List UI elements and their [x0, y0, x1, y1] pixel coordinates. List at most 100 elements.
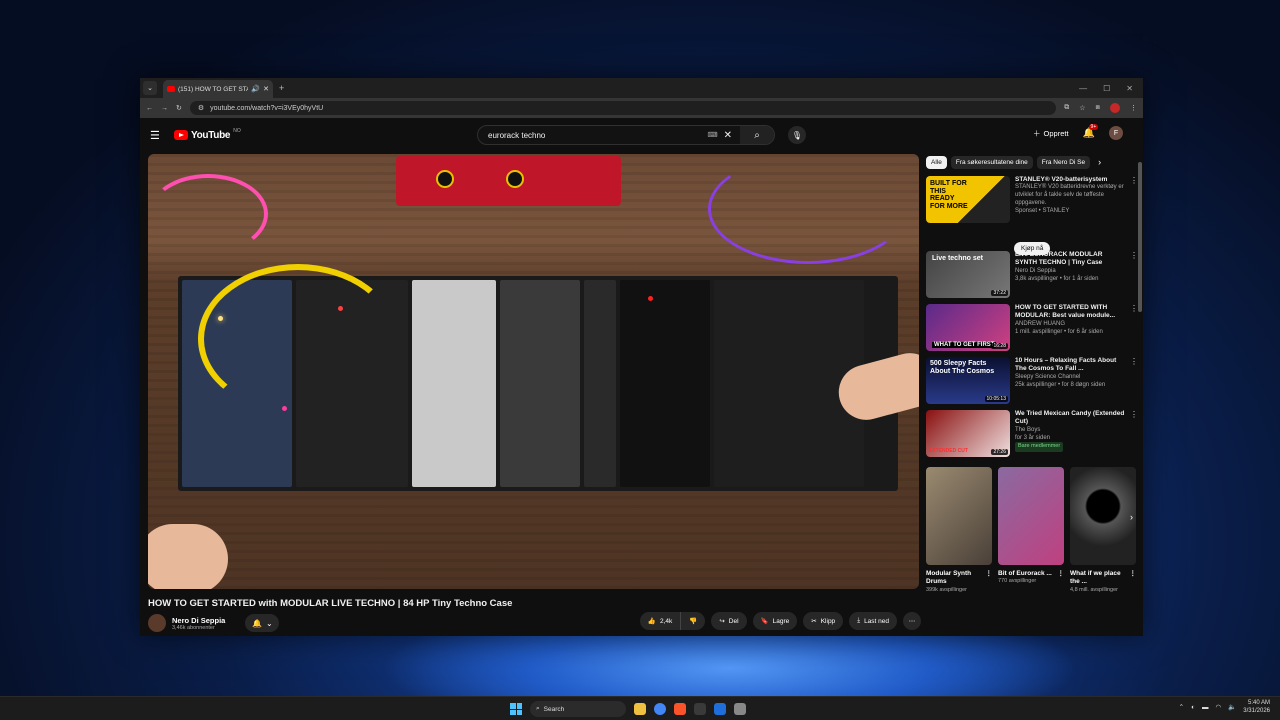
wifi-icon[interactable]: ◠	[1216, 703, 1222, 711]
more-icon[interactable]: ⋮	[1058, 570, 1065, 578]
app-icon[interactable]	[714, 703, 726, 715]
more-icon[interactable]: ⋮	[1130, 357, 1138, 404]
chevron-up-icon[interactable]: ⌃	[1179, 703, 1184, 711]
download-button[interactable]: ⤓ Last ned	[849, 612, 897, 630]
plus-icon: ＋	[1033, 128, 1041, 138]
app-icon[interactable]	[694, 703, 706, 715]
list-item[interactable]: EXTENDED CUT 27:26 We Tried Mexican Cand…	[926, 410, 1138, 457]
search-button[interactable]: ⌕	[740, 126, 774, 144]
system-clock[interactable]: 5:40 AM 3/31/2026	[1243, 699, 1270, 716]
subscriber-count: 3,46k abonnenter	[172, 624, 215, 631]
forward-icon[interactable]: →	[161, 105, 168, 112]
speaker-icon[interactable]: 🔊	[251, 85, 260, 93]
dislike-button[interactable]: 👎	[681, 612, 706, 630]
file-explorer-icon[interactable]	[634, 703, 646, 715]
channel-avatar[interactable]	[148, 614, 166, 632]
chip-all[interactable]: Alle	[926, 155, 947, 169]
install-app-icon[interactable]: ⧉	[1064, 104, 1069, 112]
video-pink-cable	[148, 174, 268, 254]
keyboard-icon[interactable]: ⌨	[708, 131, 718, 139]
share-button[interactable]: ↪ Del	[711, 612, 747, 630]
short-thumbnail[interactable]: ›	[1070, 467, 1136, 565]
profile-avatar-icon[interactable]	[1110, 103, 1120, 113]
hamburger-menu-icon[interactable]: ☰	[150, 129, 168, 142]
save-label: Lagre	[772, 617, 790, 625]
ad-item[interactable]: BUILT FOR THIS READY FOR MORE STANLEY® V…	[926, 176, 1138, 255]
tab-title: (151) HOW TO GET STARTE	[178, 85, 249, 93]
subscribed-bell-button[interactable]: 🔔 ⌄	[245, 614, 280, 632]
extensions-icon[interactable]: ⧈	[1096, 104, 1100, 112]
account-avatar[interactable]: F	[1109, 126, 1123, 140]
more-icon[interactable]: ⋮	[986, 570, 993, 587]
volume-icon[interactable]: 🔈	[1228, 703, 1236, 711]
create-button[interactable]: ＋ Opprett	[1033, 128, 1069, 139]
chevron-right-icon[interactable]: ›	[1130, 512, 1133, 522]
more-icon[interactable]: ⋮	[1130, 251, 1138, 298]
page-scrollbar[interactable]	[1138, 162, 1142, 312]
new-tab-button[interactable]: +	[279, 83, 284, 93]
settings-gear-icon[interactable]	[734, 703, 746, 715]
tray-app-icon[interactable]: ◐	[1191, 704, 1195, 711]
video-thumbnail[interactable]: Live techno set 37:22	[926, 251, 1010, 298]
recommendations-sidebar: Alle Fra søkeresultatene dine Fra Nero D…	[926, 154, 1138, 636]
more-icon[interactable]: ⋮	[1130, 570, 1137, 587]
tab-search-button[interactable]: ⌄	[143, 81, 157, 95]
shorts-shelf: Modular Synth Drums ⋮ 399k avspillinger B…	[926, 467, 1138, 594]
more-actions-button[interactable]: ⋯	[903, 612, 921, 630]
chip-from-searches[interactable]: Fra søkeresultatene dine	[950, 155, 1033, 169]
close-window-icon[interactable]: ✕	[1126, 84, 1133, 93]
more-icon[interactable]: ⋮	[1130, 410, 1138, 457]
thumbnail-text: Live techno set	[932, 255, 983, 262]
address-bar: ← → ↻ ⚙ youtube.com/watch?v=i3VEy0hyVtU …	[140, 98, 1143, 118]
back-icon[interactable]: ←	[146, 105, 153, 112]
chip-from-channel[interactable]: Fra Nero Di Se	[1036, 155, 1091, 169]
youtube-logo[interactable]: YouTube NO	[174, 128, 241, 141]
browser-menu-icon[interactable]: ⋮	[1130, 104, 1137, 112]
clip-button[interactable]: ✂ Klipp	[803, 612, 844, 630]
site-info-icon[interactable]: ⚙	[198, 104, 204, 112]
omnibox[interactable]: ⚙ youtube.com/watch?v=i3VEy0hyVtU	[189, 101, 1057, 115]
bookmark-star-icon[interactable]: ☆	[1079, 104, 1085, 112]
search-box[interactable]: eurorack techno ⌨ ✕ ⌕	[477, 125, 775, 145]
short-title: Modular Synth Drums	[926, 570, 972, 586]
close-tab-icon[interactable]: ✕	[263, 85, 269, 93]
language-flag-icon[interactable]: ▬	[1202, 704, 1209, 711]
like-button[interactable]: 👍 2,4k	[639, 612, 682, 630]
video-led	[648, 296, 653, 301]
windows-start-icon[interactable]	[510, 703, 522, 715]
chrome-icon[interactable]	[654, 703, 666, 715]
more-icon: ⋯	[908, 618, 916, 625]
list-item[interactable]: Live techno set 37:22 Live EURORACK MODU…	[926, 251, 1138, 298]
maximize-icon[interactable]: ☐	[1103, 84, 1110, 93]
video-thumbnail[interactable]: EXTENDED CUT 27:26	[926, 410, 1010, 457]
video-thumbnail[interactable]: WHAT TO GET FIRST 16:28	[926, 304, 1010, 351]
voice-search-icon[interactable]: 🎙	[788, 126, 806, 144]
more-icon[interactable]: ⋮	[1130, 176, 1138, 223]
short-item[interactable]: Bit of Eurorack ... ⋮ 770 avspillinger	[998, 467, 1064, 594]
short-thumbnail[interactable]	[926, 467, 992, 565]
notification-count: 9+	[1088, 123, 1099, 130]
taskbar-search[interactable]: ⌕ Search	[530, 701, 626, 717]
notifications-bell-icon[interactable]: 🔔 9+	[1083, 123, 1099, 139]
url-text: youtube.com/watch?v=i3VEy0hyVtU	[210, 104, 324, 112]
save-button[interactable]: 🔖 Lagre	[752, 612, 798, 630]
search-input[interactable]: eurorack techno	[488, 131, 708, 140]
ad-thumbnail[interactable]: BUILT FOR THIS READY FOR MORE	[926, 176, 1010, 223]
download-icon: ⤓	[857, 617, 861, 624]
list-item[interactable]: 500 Sleepy Facts About The Cosmos 10:05:…	[926, 357, 1138, 404]
reload-icon[interactable]: ↻	[176, 104, 182, 112]
channel-name[interactable]: Nero Di Seppia	[172, 616, 225, 625]
taskbar: ⌕ Search ⌃ ◐ ▬ ◠ 🔈 5:40 AM 3/31/2026	[0, 696, 1280, 720]
brave-icon[interactable]	[674, 703, 686, 715]
more-icon[interactable]: ⋮	[1130, 304, 1138, 351]
chevron-right-icon[interactable]: ›	[1098, 157, 1101, 167]
video-thumbnail[interactable]: 500 Sleepy Facts About The Cosmos 10:05:…	[926, 357, 1010, 404]
short-item[interactable]: Modular Synth Drums ⋮ 399k avspillinger	[926, 467, 992, 594]
short-item[interactable]: › What if we place the ... ⋮ 4,8 mill. av…	[1070, 467, 1136, 594]
clear-search-icon[interactable]: ✕	[724, 130, 732, 141]
minimize-icon[interactable]: —	[1079, 84, 1087, 93]
short-thumbnail[interactable]	[998, 467, 1064, 565]
list-item[interactable]: WHAT TO GET FIRST 16:28 HOW TO GET START…	[926, 304, 1138, 351]
video-player[interactable]	[148, 154, 919, 589]
browser-tab[interactable]: (151) HOW TO GET STARTE 🔊 ✕	[163, 80, 273, 98]
